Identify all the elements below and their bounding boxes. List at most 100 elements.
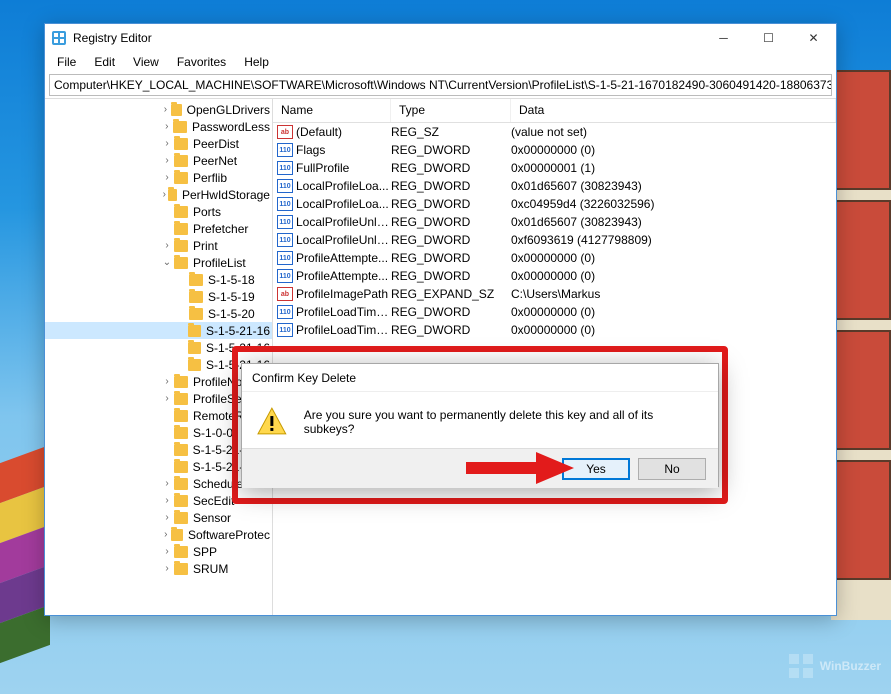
value-data: 0x00000000 (0) xyxy=(511,269,836,283)
tree-item[interactable]: › PeerNet xyxy=(45,152,272,169)
tree-item[interactable]: ›ProfileService xyxy=(45,390,272,407)
tree-label: PeerNet xyxy=(191,154,239,168)
list-row[interactable]: 110ProfileLoadTime...REG_DWORD0x00000000… xyxy=(273,321,836,339)
close-button[interactable]: ✕ xyxy=(791,24,836,52)
expand-arrow[interactable]: › xyxy=(160,240,174,251)
tree-label: S-1-0-0 xyxy=(191,426,235,440)
menu-favorites[interactable]: Favorites xyxy=(169,53,234,71)
value-type: REG_DWORD xyxy=(391,233,511,247)
expand-arrow[interactable]: › xyxy=(160,155,174,166)
expand-arrow[interactable]: › xyxy=(160,393,174,404)
tree-item[interactable]: Ports xyxy=(45,203,272,220)
tree-item[interactable]: › Sensor xyxy=(45,509,272,526)
menu-help[interactable]: Help xyxy=(236,53,277,71)
list-row[interactable]: 110LocalProfileLoa...REG_DWORD0xc04959d4… xyxy=(273,195,836,213)
value-name: ProfileAttempte... xyxy=(296,251,391,265)
expand-arrow[interactable]: › xyxy=(160,495,174,506)
list-row[interactable]: 110LocalProfileLoa...REG_DWORD0x01d65607… xyxy=(273,177,836,195)
tree-item[interactable]: ›SPP xyxy=(45,543,272,560)
expand-arrow[interactable]: › xyxy=(160,546,174,557)
tree-item[interactable]: ›SRUM xyxy=(45,560,272,577)
value-name: LocalProfileUnlo... xyxy=(296,215,391,229)
col-header-type[interactable]: Type xyxy=(391,99,511,122)
tree-item[interactable]: S-1-5-21-1670 xyxy=(45,441,272,458)
folder-icon xyxy=(174,478,188,490)
expand-arrow[interactable]: › xyxy=(160,478,174,489)
value-data: 0xf6093619 (4127798809) xyxy=(511,233,836,247)
expand-arrow[interactable]: ⌄ xyxy=(160,257,174,268)
menu-edit[interactable]: Edit xyxy=(86,53,123,71)
tree-item[interactable]: ›ProfileNotific xyxy=(45,373,272,390)
expand-arrow[interactable]: › xyxy=(160,376,174,387)
tree-item[interactable]: S-1-5-18 xyxy=(45,271,272,288)
minimize-button[interactable]: ─ xyxy=(701,24,746,52)
list-row[interactable]: abProfileImagePathREG_EXPAND_SZC:\Users\… xyxy=(273,285,836,303)
tree-item[interactable]: S-1-5-21-16 xyxy=(45,322,272,339)
expand-arrow[interactable]: › xyxy=(160,104,171,115)
folder-icon xyxy=(174,546,188,558)
folder-icon xyxy=(188,359,201,371)
tree-item[interactable]: S-1-0-0 xyxy=(45,424,272,441)
value-type: REG_DWORD xyxy=(391,143,511,157)
tree-item[interactable]: ›PerHwIdStorage xyxy=(45,186,272,203)
folder-icon xyxy=(174,257,188,269)
list-row[interactable]: 110FlagsREG_DWORD0x00000000 (0) xyxy=(273,141,836,159)
menu-view[interactable]: View xyxy=(125,53,167,71)
tree-item[interactable]: ›PasswordLess xyxy=(45,118,272,135)
list-row[interactable]: 110ProfileLoadTime...REG_DWORD0x00000000… xyxy=(273,303,836,321)
tree-item[interactable]: Prefetcher xyxy=(45,220,272,237)
string-value-icon: ab xyxy=(277,125,293,139)
yes-button[interactable]: Yes xyxy=(562,458,630,480)
tree-item[interactable]: ›Print xyxy=(45,237,272,254)
expand-arrow[interactable]: › xyxy=(160,121,173,132)
tree-label: Prefetcher xyxy=(191,222,250,236)
no-button[interactable]: No xyxy=(638,458,706,480)
col-header-data[interactable]: Data xyxy=(511,99,836,122)
col-header-name[interactable]: Name xyxy=(273,99,391,122)
expand-arrow[interactable]: › xyxy=(160,138,174,149)
tree-item[interactable]: ›SecEdit xyxy=(45,492,272,509)
list-row[interactable]: 110FullProfileREG_DWORD0x00000001 (1) xyxy=(273,159,836,177)
folder-icon xyxy=(174,138,188,150)
value-name: ProfileImagePath xyxy=(296,287,391,301)
string-value-icon: ab xyxy=(277,287,293,301)
tree-item[interactable]: RemoteRegist xyxy=(45,407,272,424)
value-data: 0x00000000 (0) xyxy=(511,305,836,319)
tree-item[interactable]: S-1-5-21-1670 xyxy=(45,458,272,475)
tree-item[interactable]: S-1-5-19 xyxy=(45,288,272,305)
tree-item[interactable]: ›OpenGLDrivers xyxy=(45,101,272,118)
registry-icon xyxy=(51,30,67,46)
registry-editor-window: Registry Editor ─ ☐ ✕ File Edit View Fav… xyxy=(44,23,837,616)
list-pane[interactable]: Name Type Data ab(Default)REG_SZ(value n… xyxy=(273,99,836,615)
expand-arrow[interactable]: › xyxy=(160,189,168,200)
value-data: 0xc04959d4 (3226032596) xyxy=(511,197,836,211)
folder-icon xyxy=(168,189,176,201)
tree-label: PeerDist xyxy=(191,137,241,151)
expand-arrow[interactable]: › xyxy=(160,563,174,574)
value-data: 0x00000000 (0) xyxy=(511,323,836,337)
tree-item[interactable]: S-1-5-21-16 xyxy=(45,339,272,356)
expand-arrow[interactable]: › xyxy=(160,172,174,183)
tree-item[interactable]: ›Schedule xyxy=(45,475,272,492)
list-row[interactable]: 110LocalProfileUnlo...REG_DWORD0x01d6560… xyxy=(273,213,836,231)
folder-icon xyxy=(174,172,188,184)
maximize-button[interactable]: ☐ xyxy=(746,24,791,52)
list-row[interactable]: 110ProfileAttempte...REG_DWORD0x00000000… xyxy=(273,249,836,267)
tree-item[interactable]: ⌄ProfileList xyxy=(45,254,272,271)
tree-label: Sensor xyxy=(191,511,233,525)
tree-item[interactable]: ›Perflib xyxy=(45,169,272,186)
menu-file[interactable]: File xyxy=(49,53,84,71)
value-type: REG_DWORD xyxy=(391,179,511,193)
tree-item[interactable]: S-1-5-20 xyxy=(45,305,272,322)
tree-item[interactable]: ›SoftwareProtec xyxy=(45,526,272,543)
list-row[interactable]: 110LocalProfileUnlo...REG_DWORD0xf609361… xyxy=(273,231,836,249)
list-row[interactable]: ab(Default)REG_SZ(value not set) xyxy=(273,123,836,141)
tree-item[interactable]: S-1-5-21-16 xyxy=(45,356,272,373)
titlebar[interactable]: Registry Editor ─ ☐ ✕ xyxy=(45,24,836,52)
address-bar[interactable]: Computer\HKEY_LOCAL_MACHINE\SOFTWARE\Mic… xyxy=(49,74,832,96)
expand-arrow[interactable]: › xyxy=(160,529,171,540)
list-row[interactable]: 110ProfileAttempte...REG_DWORD0x00000000… xyxy=(273,267,836,285)
expand-arrow[interactable]: › xyxy=(160,512,174,523)
tree-pane[interactable]: ›OpenGLDrivers›PasswordLess›PeerDist›Pee… xyxy=(45,99,273,615)
tree-item[interactable]: › PeerDist xyxy=(45,135,272,152)
